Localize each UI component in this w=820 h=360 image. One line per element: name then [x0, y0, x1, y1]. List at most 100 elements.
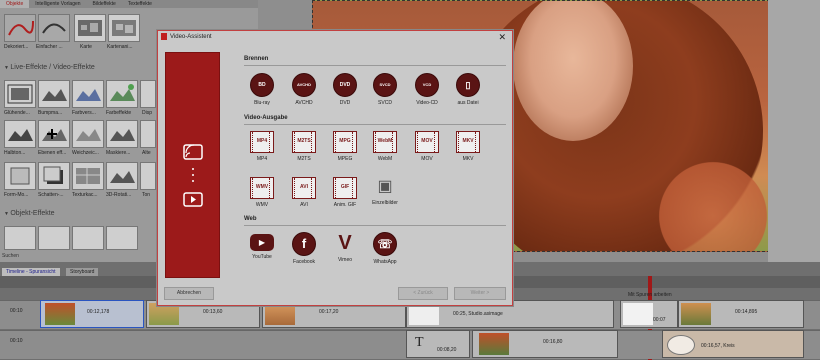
track-label: 00:10 [10, 338, 23, 344]
option-avchd[interactable]: AVCHD AVCHD [284, 73, 324, 106]
timeline-clip[interactable]: T 00:08,20 [406, 330, 470, 358]
mp4-film-icon: MP4 [250, 131, 274, 153]
search-field[interactable]: Suchen [2, 253, 19, 259]
option-label: Facebook [293, 259, 315, 265]
option-wmv[interactable]: WMV WMV [242, 177, 282, 208]
effect-tile[interactable] [38, 226, 70, 250]
effect-tile[interactable] [106, 162, 138, 190]
timeline-clip[interactable]: 00:16,57, Kreis [662, 330, 804, 358]
effect-tile[interactable] [106, 226, 138, 250]
wmv-film-icon: WMV [250, 177, 274, 199]
option-anim-gif[interactable]: GIF Anim. GIF [325, 177, 365, 208]
effect-tile[interactable] [4, 162, 36, 190]
option-label: Blu-ray [254, 100, 270, 106]
effect-tile[interactable] [72, 120, 104, 148]
option-webm[interactable]: WebM WebM [365, 131, 405, 162]
effect-tile[interactable] [72, 80, 104, 108]
effect-tile[interactable] [140, 162, 156, 190]
whatsapp-icon: ☏ [373, 232, 397, 256]
option-svcd[interactable]: SVCD SVCD [365, 73, 405, 106]
option-dvd[interactable]: DVD DVD [325, 73, 365, 106]
effect-tile[interactable] [4, 120, 36, 148]
effect-tile[interactable] [38, 120, 70, 148]
option-label: AVI [300, 202, 308, 208]
svcd-icon: SVCD [373, 73, 397, 97]
effect-tile[interactable] [74, 14, 106, 42]
m2ts-film-icon: M2TS [292, 131, 316, 153]
option-einzelbilder[interactable]: ▣ Einzelbilder [365, 177, 405, 206]
effect-tile[interactable] [38, 162, 70, 190]
option-label: WhatsApp [373, 259, 397, 265]
effect-label: Ton [142, 192, 151, 198]
timeline-clip[interactable]: 00:07 [620, 300, 678, 328]
clip-time: 00:08,20 [437, 347, 457, 353]
option-facebook[interactable]: f Facebook [284, 232, 324, 265]
cast-to-tv-icon [183, 144, 203, 207]
back-button[interactable]: < Zurück [398, 287, 448, 300]
effect-label: Weichzeic... [72, 150, 99, 156]
images-icon: ▣ [377, 178, 393, 195]
tab-timeline-spuransicht[interactable]: Timeline - Spuransicht [2, 268, 60, 276]
clip-time: 00:14,895 [735, 309, 758, 315]
vimeo-icon: V [338, 232, 352, 254]
effect-label: Farbvers... [72, 110, 96, 116]
option-youtube[interactable]: ▶ YouTube [242, 234, 282, 260]
effect-tile[interactable] [72, 226, 104, 250]
timeline-clip[interactable]: 00:14,895 [678, 300, 804, 328]
option-label: Vimeo [337, 257, 353, 263]
webm-film-icon: WebM [373, 131, 397, 153]
effect-tile[interactable] [140, 80, 156, 108]
effect-tile[interactable] [106, 80, 138, 108]
option-label: WebM [377, 156, 393, 162]
option-avi[interactable]: AVI AVI [284, 177, 324, 208]
option-video-cd[interactable]: VCD Video-CD [407, 73, 447, 106]
effect-tile[interactable] [72, 162, 104, 190]
effect-label: 3D-Rotati... [106, 192, 132, 198]
effect-tile[interactable] [108, 14, 140, 42]
option-bluray[interactable]: BD Blu-ray [242, 73, 282, 106]
tab-texteffekte[interactable]: Texteffekte [122, 0, 158, 8]
option-mov[interactable]: MOV MOV [407, 131, 447, 162]
effect-tile[interactable] [4, 80, 36, 108]
cancel-button[interactable]: Abbrechen [164, 287, 214, 300]
mov-film-icon: MOV [415, 131, 439, 153]
avi-film-icon: AVI [292, 177, 316, 199]
option-label: AVCHD [295, 100, 313, 106]
panel-tabs: Objekte Intelligente Vorlagen Bildeffekt… [0, 0, 258, 8]
text-icon: T [415, 335, 424, 350]
effect-tile[interactable] [140, 120, 156, 148]
option-aus-datei[interactable]: ▯ aus Datei [448, 73, 488, 106]
tab-objekte[interactable]: Objekte [0, 0, 30, 8]
option-label: MPEG [337, 156, 353, 162]
option-label: Video-CD [416, 100, 438, 106]
option-mkv[interactable]: MKV MKV [448, 131, 488, 162]
tab-bildeffekte[interactable]: Bildeffekte [87, 0, 122, 8]
effect-tile[interactable] [38, 14, 70, 42]
effect-label: Form-Mo... [4, 192, 29, 198]
file-icon: ▯ [456, 73, 480, 97]
effect-tile[interactable] [4, 14, 36, 42]
next-button[interactable]: Weiter > [454, 287, 506, 300]
section-video-ausgabe: Video-Ausgabe [244, 115, 288, 121]
spur-label: Mit Spuren arbeiten [628, 292, 672, 298]
timeline-clip[interactable]: 00:16,80 [472, 330, 618, 358]
option-label: YouTube [252, 254, 272, 260]
option-whatsapp[interactable]: ☏ WhatsApp [365, 232, 405, 265]
tab-storyboard[interactable]: Storyboard [66, 268, 99, 276]
effect-tile[interactable] [106, 120, 138, 148]
effect-tile[interactable] [4, 226, 36, 250]
timeline-clip[interactable]: 00:12,178 [40, 300, 144, 328]
dialog-titlebar[interactable]: Video-Assistent ✕ [158, 31, 512, 43]
option-mpeg[interactable]: MPG MPEG [325, 131, 365, 162]
option-m2ts[interactable]: M2TS M2TS [284, 131, 324, 162]
tab-intelligente-vorlagen[interactable]: Intelligente Vorlagen [29, 0, 86, 8]
clip-time: 00:13,60 [203, 309, 223, 315]
close-button[interactable]: ✕ [498, 32, 506, 43]
option-mp4[interactable]: MP4 MP4 [242, 131, 282, 162]
effect-tile[interactable] [38, 80, 70, 108]
option-label: MKV [462, 156, 474, 162]
youtube-icon: ▶ [250, 234, 274, 251]
assistant-side-banner [165, 52, 220, 278]
facebook-icon: f [292, 232, 316, 256]
option-vimeo[interactable]: V Vimeo [325, 232, 365, 263]
